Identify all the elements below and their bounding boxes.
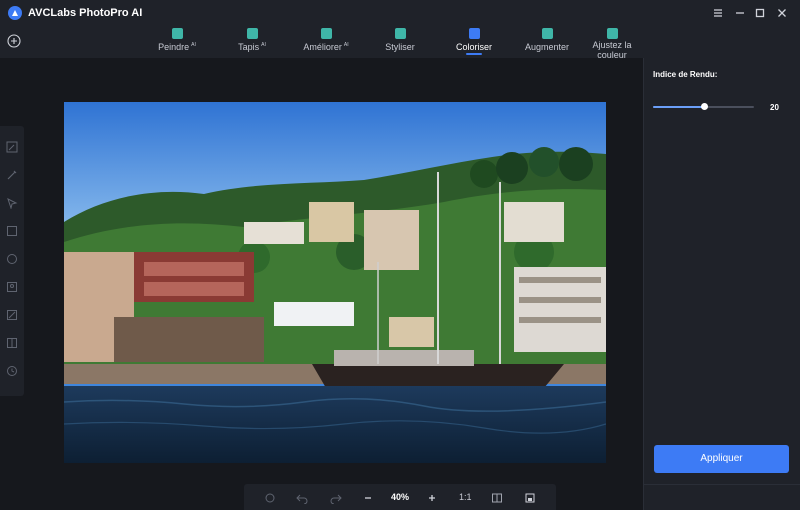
undo-icon[interactable] <box>296 491 308 505</box>
ai-badge: AI <box>191 42 196 48</box>
adjust-color-icon <box>606 28 618 39</box>
compare-icon[interactable] <box>6 336 18 348</box>
select-arrow-icon[interactable] <box>6 196 18 210</box>
edit-icon[interactable] <box>6 140 18 153</box>
menu-icon[interactable] <box>710 5 726 21</box>
tool-label: Augmenter <box>524 42 570 52</box>
slider-thumb[interactable] <box>700 103 708 110</box>
app-title: AVCLabs PhotoPro AI <box>28 7 143 19</box>
erase-icon[interactable] <box>6 308 18 320</box>
close-icon[interactable] <box>774 5 790 21</box>
active-tab-indicator <box>466 53 482 55</box>
portrait-icon[interactable] <box>6 280 18 292</box>
app-logo-icon <box>8 6 22 20</box>
slider-fill <box>653 106 704 108</box>
settings-panel: Indice de Rendu: 20 Appliquer <box>643 58 800 510</box>
ai-badge: AI <box>261 42 266 48</box>
rectangle-icon[interactable] <box>6 224 18 236</box>
tool-label: Améliorer <box>303 42 342 52</box>
left-toolbar <box>0 126 24 396</box>
save-icon[interactable] <box>524 491 536 503</box>
tool-label: Ajustez la couleur <box>592 40 632 60</box>
paint-bucket-icon <box>171 28 183 39</box>
photo-canvas[interactable] <box>64 102 606 463</box>
zoom-value: 40% <box>391 492 410 502</box>
redo-icon[interactable] <box>330 491 342 505</box>
tool-label: Styliser <box>385 42 415 52</box>
stylize-icon <box>394 28 406 39</box>
zoom-out-icon[interactable] <box>362 491 374 503</box>
tool-tapis[interactable]: Tapis AI <box>232 28 272 58</box>
ellipse-icon[interactable] <box>6 252 18 264</box>
render-index-label: Indice de Rendu: <box>653 70 718 79</box>
tool-styliser[interactable]: Styliser <box>380 28 420 58</box>
reset-icon[interactable] <box>264 491 276 503</box>
history-icon[interactable] <box>6 364 18 376</box>
split-view-icon[interactable] <box>491 491 503 503</box>
tool-row: Peindre AI Tapis AI Améliorer AI Styliser C… <box>0 28 800 60</box>
render-index-slider[interactable] <box>653 103 754 111</box>
mat-icon <box>246 28 258 39</box>
zoom-in-icon[interactable] <box>426 491 438 503</box>
minimize-icon[interactable] <box>732 5 748 21</box>
tool-label: Peindre <box>158 42 190 52</box>
enhance-icon <box>320 28 332 39</box>
title-bar: AVCLabs PhotoPro AI <box>0 0 800 28</box>
tool-augmenter[interactable]: Augmenter <box>522 28 572 58</box>
add-image-icon[interactable] <box>7 34 21 48</box>
apply-button[interactable]: Appliquer <box>654 445 789 473</box>
upscale-icon <box>541 28 553 39</box>
actual-size-button[interactable]: 1:1 <box>459 492 472 502</box>
tool-label: Tapis <box>238 42 260 52</box>
panel-footer <box>644 484 800 510</box>
tool-coloriser[interactable]: Coloriser <box>452 28 496 58</box>
maximize-icon[interactable] <box>752 5 768 21</box>
colorize-icon <box>468 28 480 39</box>
tool-ajustez-couleur[interactable]: Ajustez la couleur <box>590 28 634 60</box>
tool-peindre[interactable]: Peindre AI <box>152 28 202 58</box>
canvas-toolbar: 40% 1:1 <box>244 484 556 510</box>
tool-label: Coloriser <box>455 42 492 52</box>
brush-icon[interactable] <box>6 168 18 180</box>
render-index-value: 20 <box>770 103 779 112</box>
tool-ameliorer[interactable]: Améliorer AI <box>298 28 354 58</box>
ai-badge: AI <box>343 42 349 48</box>
